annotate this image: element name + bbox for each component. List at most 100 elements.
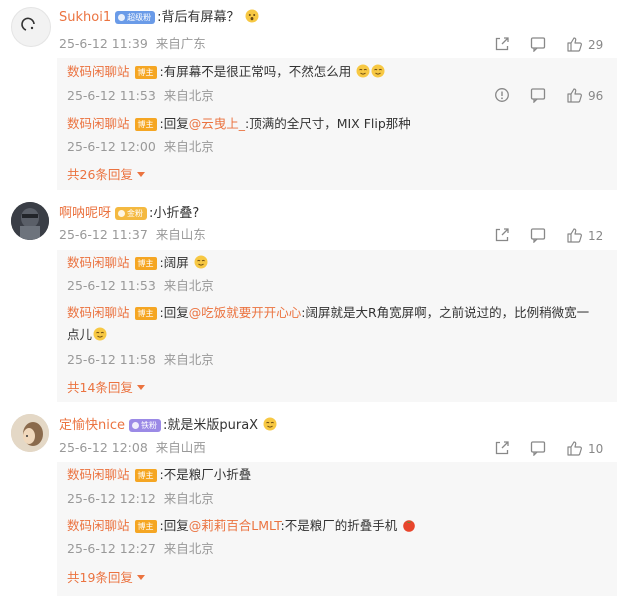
timestamp: 25-6-12 12:08: [59, 440, 148, 455]
reply-prefix: :回复: [159, 518, 189, 533]
reply-text-continued: 点儿: [67, 327, 93, 342]
comment-icon[interactable]: [530, 87, 546, 105]
reply-prefix: :回复: [159, 116, 189, 131]
more-replies-link[interactable]: 共14条回复: [67, 379, 145, 397]
mention-link[interactable]: @吃饭就要开开心心: [189, 305, 302, 320]
timestamp: 25-6-12 11:58: [67, 352, 156, 367]
timestamp: 25-6-12 12:12: [67, 491, 156, 506]
thumbs-up-icon[interactable]: [566, 227, 583, 245]
avatar[interactable]: [11, 202, 49, 240]
smile-emoji-icon: [371, 64, 385, 78]
like-count: 12: [588, 229, 604, 243]
smile-emoji-icon: [245, 9, 259, 23]
like-count: 29: [588, 38, 604, 52]
author-badge: 博主: [134, 66, 157, 79]
more-replies-link[interactable]: 共19条回复: [67, 569, 145, 587]
comment-icon[interactable]: [530, 36, 546, 54]
smile-emoji-icon: [194, 255, 208, 269]
comment-meta: 25-6-12 12:08 来自山西: [59, 439, 206, 457]
reply-1: 数码闲聊站 博主:阔屏: [67, 253, 208, 273]
author-badge: 博主: [134, 307, 157, 320]
fan-badge: 金粉: [115, 207, 148, 220]
reply-author[interactable]: 数码闲聊站: [67, 64, 130, 79]
chevron-down-icon: [136, 172, 145, 178]
author-badge: 博主: [134, 257, 157, 270]
reply-prefix: :回复: [159, 305, 189, 320]
chevron-down-icon: [136, 385, 145, 391]
fan-badge: 超级粉: [115, 11, 156, 24]
comment-icon[interactable]: [530, 440, 546, 458]
reply-text: :有屏幕不是很正常吗，不然怎么用: [159, 64, 352, 79]
thumbs-up-icon[interactable]: [566, 36, 583, 54]
reply-2: 数码闲聊站 博主:回复@莉莉百合LMLT:不是粮厂的折叠手机: [67, 516, 416, 536]
comment-text: :小折叠?: [149, 206, 200, 221]
thumbs-up-icon[interactable]: [566, 87, 583, 105]
reply-text: :不是粮厂的折叠手机: [280, 518, 398, 533]
location: 来自北京: [163, 541, 214, 556]
location: 来自北京: [163, 278, 214, 293]
reply-meta: 25-6-12 12:12 来自北京: [67, 490, 214, 508]
reply-meta: 25-6-12 11:58 来自北京: [67, 351, 214, 369]
author-name[interactable]: 啊呐呢呀: [59, 206, 111, 221]
chevron-down-icon: [136, 575, 145, 581]
reply-author[interactable]: 数码闲聊站: [67, 255, 130, 270]
avatar[interactable]: [11, 414, 49, 452]
comment-text: :背后有屏幕？: [157, 10, 240, 25]
location: 来自北京: [163, 352, 214, 367]
more-replies-label: 共26条回复: [67, 167, 133, 182]
share-icon[interactable]: [494, 36, 510, 54]
more-replies-label: 共14条回复: [67, 380, 133, 395]
thumbs-up-icon[interactable]: [566, 440, 583, 458]
timestamp: 25-6-12 11:53: [67, 278, 156, 293]
author-badge: 博主: [134, 520, 157, 533]
reply-text: :不是粮厂小折叠: [159, 467, 252, 482]
author-name[interactable]: 定愉快nice: [59, 418, 125, 433]
smile-emoji-icon: [356, 64, 370, 78]
comment-actions: 29: [494, 36, 624, 54]
location: 来自山西: [155, 440, 206, 455]
fan-badge: 铁粉: [129, 419, 161, 432]
location: 来自北京: [163, 139, 214, 154]
reply-text: :顶满的全尺寸，MIX Flip那种: [245, 116, 411, 131]
share-icon[interactable]: [494, 440, 510, 458]
timestamp: 25-6-12 12:00: [67, 139, 156, 154]
reply-1: 数码闲聊站 博主:有屏幕不是很正常吗，不然怎么用: [67, 62, 385, 82]
comment-header: 定愉快nice 铁粉:就是米版puraX: [59, 416, 277, 436]
location: 来自山东: [155, 227, 206, 242]
comment-text: :就是米版puraX: [163, 418, 259, 433]
reply-meta: 25-6-12 12:27 来自北京: [67, 540, 214, 558]
share-icon[interactable]: [494, 227, 510, 245]
more-replies-label: 共19条回复: [67, 570, 133, 585]
mention-link[interactable]: @莉莉百合LMLT: [189, 518, 281, 533]
smile-emoji-icon: [263, 417, 277, 431]
author-badge: 博主: [134, 118, 157, 131]
comment-meta: 25-6-12 11:39 来自广东: [59, 35, 206, 53]
mention-link[interactable]: @云曳上_: [189, 116, 245, 131]
author-badge: 博主: [134, 469, 157, 482]
reply-text: :阔屏: [159, 255, 189, 270]
reply-author[interactable]: 数码闲聊站: [67, 305, 130, 320]
comment-header: Sukhoi1 超级粉:背后有屏幕？: [59, 8, 259, 28]
reply-author[interactable]: 数码闲聊站: [67, 518, 130, 533]
reply-meta: 25-6-12 12:00 来自北京: [67, 138, 214, 156]
comment-icon[interactable]: [530, 227, 546, 245]
timestamp: 25-6-12 12:27: [67, 541, 156, 556]
comment-actions: 12: [494, 227, 624, 245]
timestamp: 25-6-12 11:53: [67, 88, 156, 103]
author-name[interactable]: Sukhoi1: [59, 10, 111, 25]
reply-text: :阔屏就是大R角宽屏啊，之前说过的，比例稍微宽一: [301, 305, 590, 320]
reply-author[interactable]: 数码闲聊站: [67, 467, 130, 482]
like-count: 96: [588, 89, 604, 103]
reply-author[interactable]: 数码闲聊站: [67, 116, 130, 131]
reply-meta: 25-6-12 11:53 来自北京: [67, 87, 214, 105]
report-icon[interactable]: [494, 87, 510, 105]
avatar[interactable]: [11, 7, 51, 47]
location: 来自广东: [155, 36, 206, 51]
location: 来自北京: [163, 491, 214, 506]
comment-meta: 25-6-12 11:37 来自山东: [59, 226, 206, 244]
more-replies-link[interactable]: 共26条回复: [67, 166, 145, 184]
like-count: 10: [588, 442, 604, 456]
comment-header: 啊呐呢呀 金粉:小折叠?: [59, 204, 199, 224]
tomato-emoji-icon: [402, 518, 416, 532]
reply-meta: 25-6-12 11:53 来自北京: [67, 277, 214, 295]
